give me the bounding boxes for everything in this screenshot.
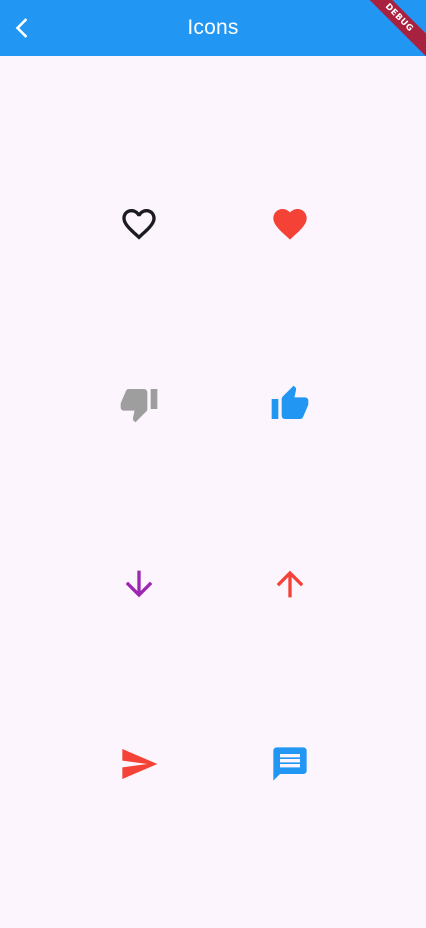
- favorite-icon[interactable]: [268, 202, 312, 246]
- thumb-up-icon[interactable]: [268, 382, 312, 426]
- thumb-down-icon[interactable]: [117, 382, 161, 426]
- icon-grid: [0, 56, 426, 928]
- favorite-border-icon[interactable]: [117, 202, 161, 246]
- arrow-downward-icon[interactable]: [117, 562, 161, 606]
- page-title: Icons: [187, 16, 239, 39]
- message-icon[interactable]: [268, 742, 312, 786]
- arrow-upward-icon[interactable]: [268, 562, 312, 606]
- app-bar: Icons DEBUG: [0, 0, 426, 56]
- send-icon[interactable]: [117, 742, 161, 786]
